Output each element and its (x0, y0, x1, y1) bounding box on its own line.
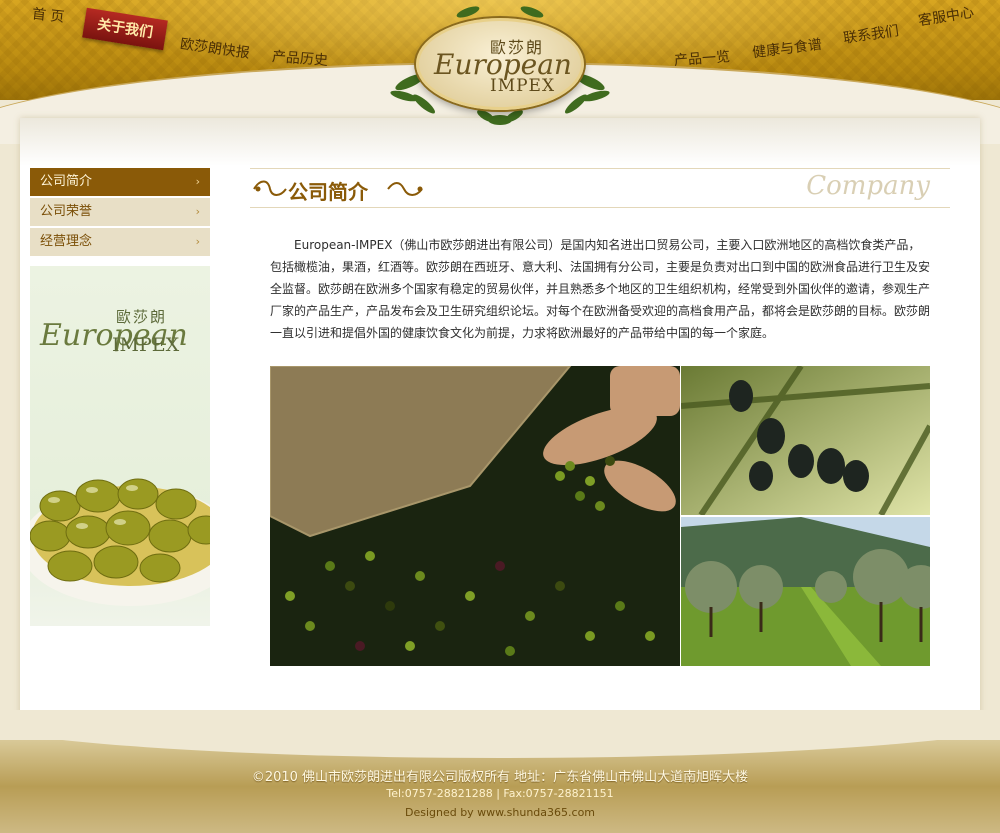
footer: ©2010 佛山市欧莎朗进出有限公司版权所有 地址：广东省佛山市佛山大道南旭晖大… (0, 710, 1000, 833)
sidebar-menu: 公司简介 › 公司荣誉 › 经营理念 › (30, 168, 210, 258)
sidebar-item-label: 公司简介 (40, 174, 93, 189)
brand-logo[interactable]: 歐莎朗 European IMPEX (390, 4, 610, 125)
banner-impex: IMPEX (112, 334, 180, 356)
sidebar-item-label: 公司荣誉 (40, 204, 93, 219)
content-panel: 公司简介 › 公司荣誉 › 经营理念 › 歐莎朗 European IMPEX (20, 118, 980, 716)
ornament-right-icon (387, 182, 423, 196)
nav-products[interactable]: 产品一览 (673, 46, 731, 70)
side-banner: 歐莎朗 European IMPEX (30, 266, 210, 626)
sidebar-item-company-honors[interactable]: 公司荣誉 › (30, 198, 210, 226)
footer-contact: Tel:0757-28821288 | Fax:0757-28821151 (386, 787, 614, 800)
sidebar-item-label: 经营理念 (40, 234, 93, 249)
nav-news[interactable]: 欧莎朗快报 (179, 33, 251, 63)
chevron-right-icon: › (195, 235, 200, 248)
olive-harvest-photo (270, 366, 680, 666)
sidebar-item-business-philosophy[interactable]: 经营理念 › (30, 228, 210, 256)
ornament-left-icon (253, 180, 287, 196)
chevron-right-icon: › (195, 205, 200, 218)
olive-grove-photo (681, 517, 930, 666)
title-watermark: Company (806, 171, 930, 201)
nav-about-us-label: 关于我们 (96, 16, 154, 42)
olive-bowl-image (30, 478, 210, 606)
nav-product-history[interactable]: 产品历史 (271, 46, 328, 70)
nav-health-recipes[interactable]: 健康与食谱 (751, 34, 823, 62)
sidebar-item-company-profile[interactable]: 公司简介 › (30, 168, 210, 196)
nav-home[interactable]: 首 页 (31, 3, 65, 26)
nav-contact[interactable]: 联系我们 (842, 20, 900, 48)
company-intro-text: European-IMPEX（佛山市欧莎朗进出有限公司）是国内知名进出口贸易公司… (270, 238, 931, 340)
section-title-bar: 公司简介 Company (250, 168, 950, 208)
logo-impex: IMPEX (490, 76, 556, 96)
footer-designed-by[interactable]: Designed by www.shunda365.com (0, 806, 1000, 819)
page-title: 公司简介 (288, 180, 368, 204)
olive-branch-photo (681, 366, 930, 515)
footer-copyright: ©2010 佛山市欧莎朗进出有限公司版权所有 地址：广东省佛山市佛山大道南旭晖大… (251, 770, 749, 785)
nav-about-us[interactable]: 关于我们 (82, 7, 168, 51)
nav-service-center[interactable]: 客服中心 (917, 2, 975, 31)
chevron-right-icon: › (195, 175, 200, 188)
